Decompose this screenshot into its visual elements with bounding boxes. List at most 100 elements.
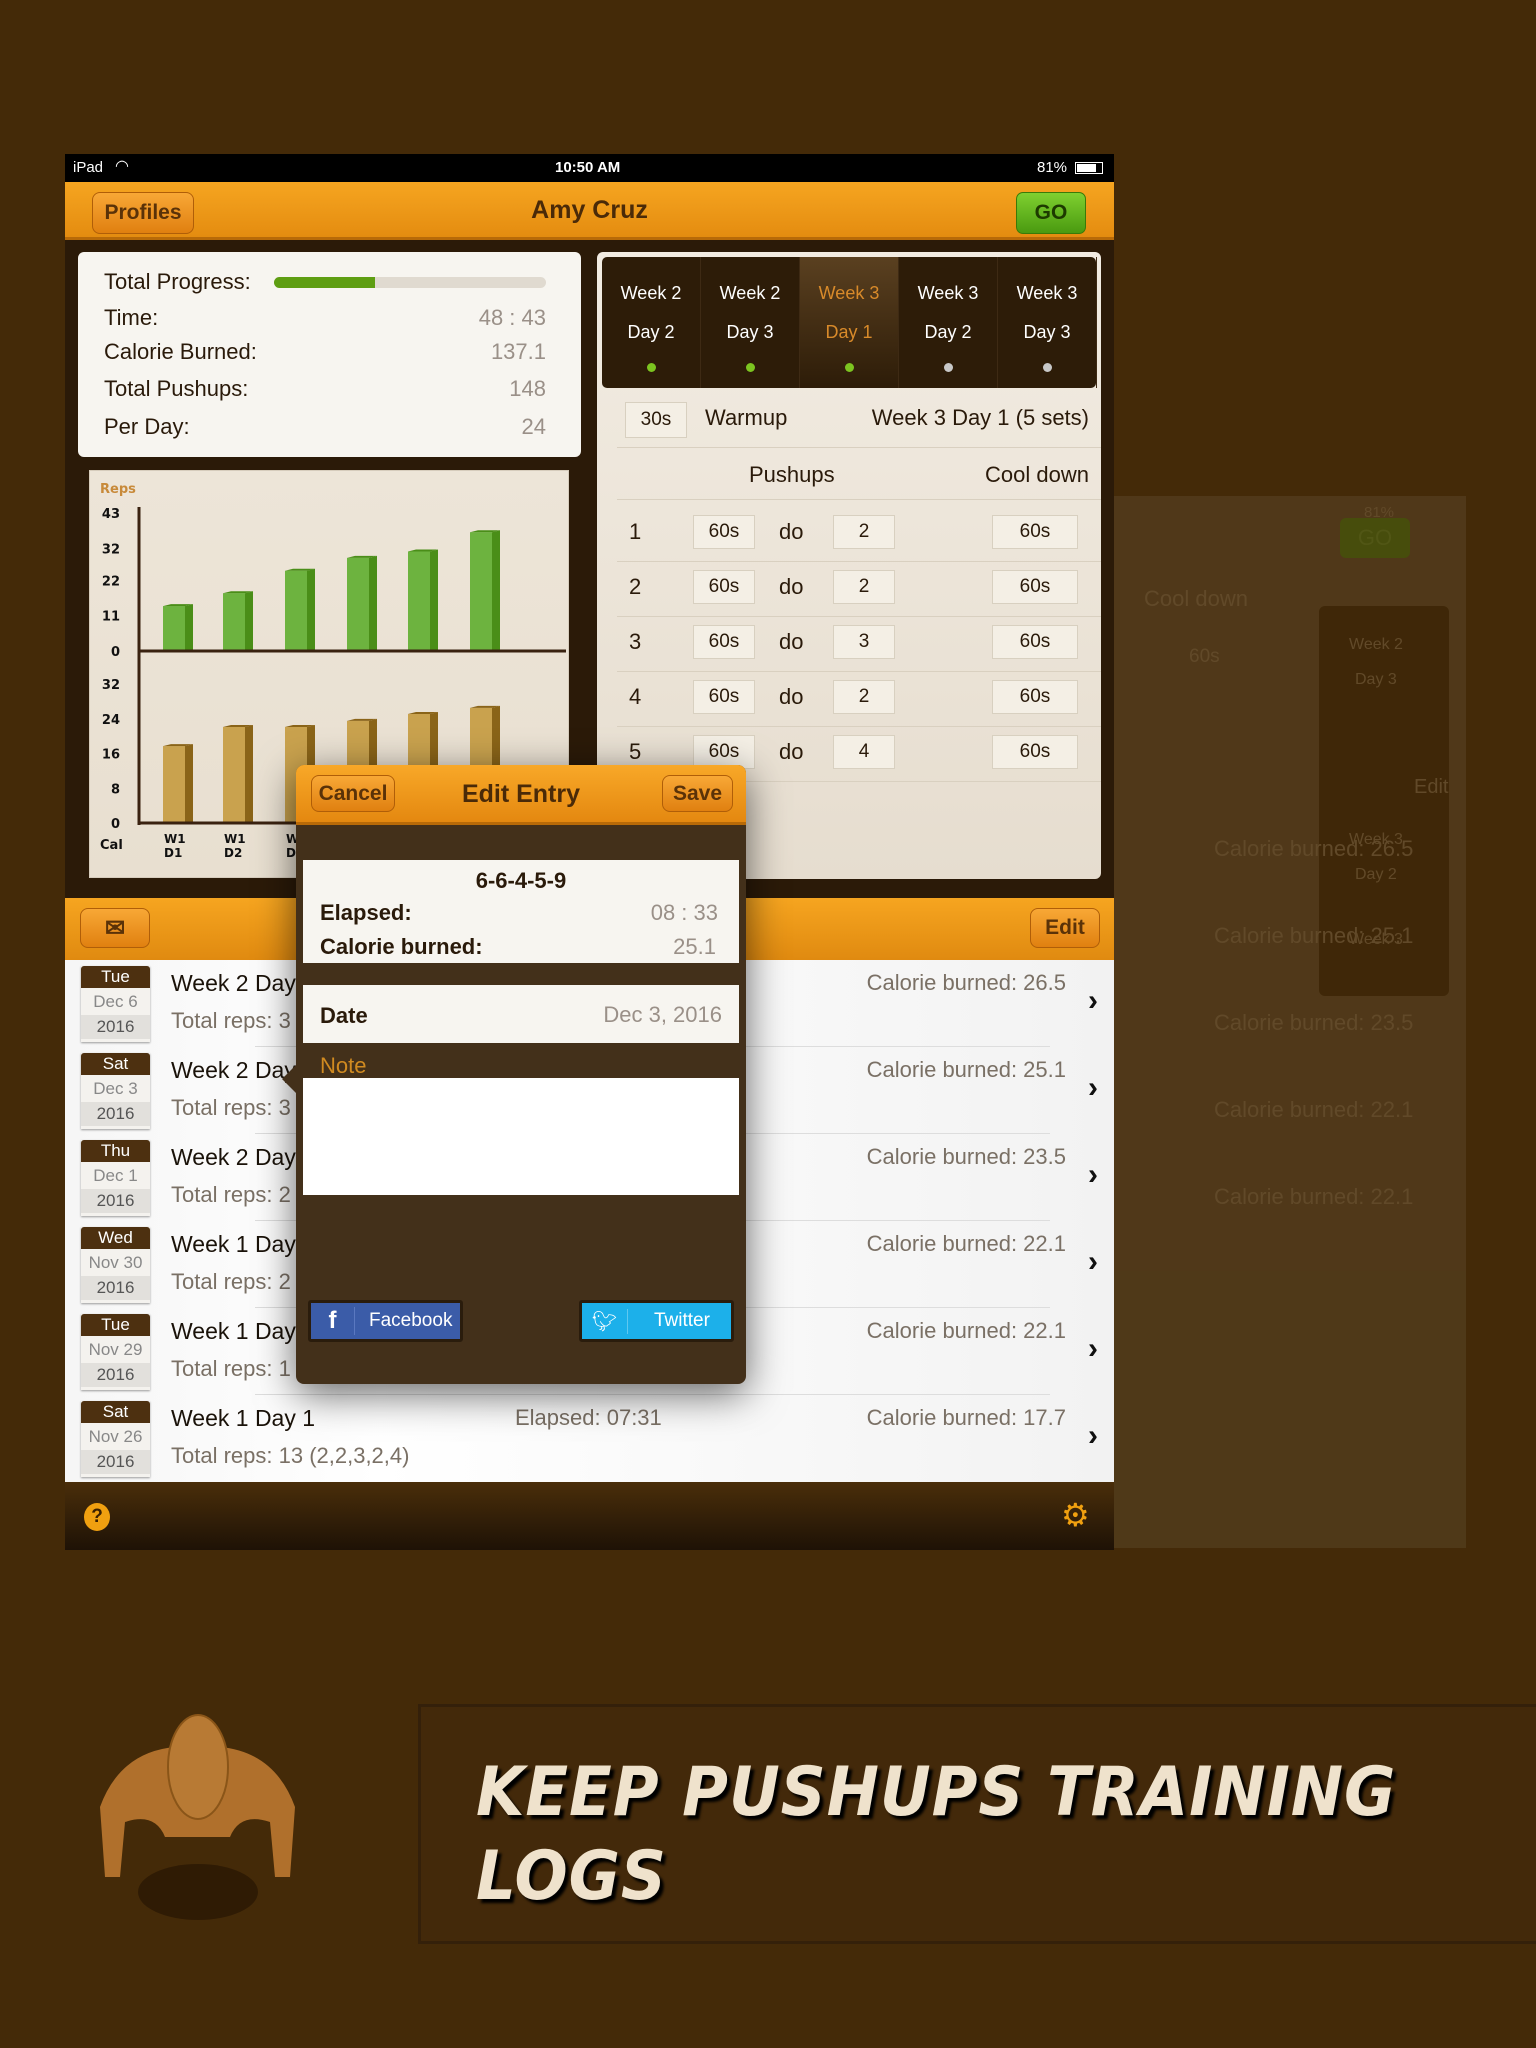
pushups-label: Total Pushups: [104,376,249,401]
perday-value: 24 [521,414,546,439]
entry-reps: Total reps: 3 [171,1008,291,1033]
cooldown-header: Cool down [985,462,1089,487]
facebook-label: Facebook [369,1310,453,1331]
elapsed-label: Elapsed: [320,900,412,925]
facebook-icon: f [311,1307,355,1335]
reps-field[interactable]: 2 [833,515,895,549]
year: 2016 [81,1276,150,1300]
reps-field[interactable]: 2 [833,570,895,604]
year: 2016 [81,1102,150,1126]
day-tab[interactable]: Week 3 Day 1 [800,257,899,388]
entry-title: Week 1 Day 1 [171,1405,316,1431]
rest-field[interactable]: 60s [693,570,755,604]
bar-side [185,604,193,651]
date-badge: Thu Dec 1 2016 [81,1140,150,1216]
tab-day: Day 3 [1023,322,1071,342]
entry-title: Week 1 Day [171,1318,296,1344]
do-label: do [779,739,804,764]
set-number: 1 [629,519,642,544]
gear-icon[interactable]: ⚙ [1061,1496,1090,1534]
y-tick-label: 0 [111,645,120,660]
tab-week: Week 3 [818,283,880,303]
rest-field[interactable]: 60s [693,680,755,714]
mail-button[interactable]: ✉ [80,908,150,948]
set-row: 2 60s do 2 60s [617,562,1101,617]
chevron-right-icon: › [1088,1158,1098,1191]
day-tab[interactable]: Week 2 Day 2 [602,257,701,388]
tab-week: Week 3 [917,283,979,303]
entry-title: Week 2 Day [171,1144,296,1170]
status-bar: iPad ◠ 10:50 AM 81% [65,154,1114,182]
reps-field[interactable]: 2 [833,680,895,714]
warmup-field[interactable]: 30s [625,402,687,438]
twitter-bird-icon: 🐦︎ [582,1308,628,1334]
ghost-cal: Calorie burned: 22.1 [1214,1184,1414,1209]
weekday: Sat [81,1401,150,1423]
promo-line-2: LOGS [476,1837,667,1916]
month-day: Nov 29 [88,1340,143,1359]
go-button[interactable]: GO [1016,192,1086,234]
reps-field[interactable]: 4 [833,735,895,769]
cooldown-field[interactable]: 60s [992,735,1078,769]
progress-label: Total Progress: [104,269,251,294]
wifi-icon: ◠ [115,158,129,175]
calorie-value: 137.1 [490,339,546,364]
rest-field[interactable]: 60s [693,735,755,769]
pending-dot-icon [1043,363,1052,372]
ghost-tab: Day 3 [1355,671,1397,688]
date-label: Date [320,1003,368,1028]
day-tab[interactable]: Week 3 Day 2 [899,257,998,388]
elapsed-value: 08 : 33 [650,900,718,925]
bar-side [307,568,315,651]
pushups-header: Pushups [749,462,835,487]
do-label: do [779,684,804,709]
ghost-cal: Calorie burned: 23.5 [1214,1010,1414,1035]
cooldown-field[interactable]: 60s [992,680,1078,714]
set-number: 2 [629,574,642,599]
rest-field[interactable]: 60s [693,625,755,659]
day-tab[interactable]: Week 3 Day 3 [998,257,1097,388]
entry-title: Week 2 Day [171,970,296,996]
perday-label: Per Day: [104,414,190,439]
month-day: Nov 30 [88,1253,143,1272]
tab-day: Day 3 [726,322,774,342]
chevron-right-icon: › [1088,984,1098,1017]
cooldown-field[interactable]: 60s [992,625,1078,659]
date-row[interactable]: Date Dec 3, 2016 [303,985,739,1043]
month-day: Dec 3 [93,1079,138,1098]
cooldown-field[interactable]: 60s [992,515,1078,549]
sets-summary: 6-6-4-5-9 [475,868,567,893]
note-input[interactable] [303,1078,739,1195]
facebook-button[interactable]: f Facebook [308,1300,463,1342]
tab-day: Day 1 [825,322,873,342]
day-tabs: Week 2 Day 2 Week 2 Day 3 Week 3 Day 1 Week 3 D… [602,257,1097,388]
rest-field[interactable]: 60s [693,515,755,549]
device-name: iPad [73,159,104,176]
cooldown-field[interactable]: 60s [992,570,1078,604]
save-button[interactable]: Save [662,775,733,812]
tab-week: Week 2 [719,283,781,303]
y-tick-label: 24 [102,713,120,728]
set-number: 4 [629,684,642,709]
help-icon[interactable]: ? [84,1503,110,1531]
background-screen-preview: 81% GO Cool down 60s Week 2 Day 3 Week 3… [1114,496,1466,1548]
log-entry[interactable]: Sat Nov 26 2016 Week 1 Day 1 Total reps: 1… [65,1395,1114,1482]
reps-field[interactable]: 3 [833,625,895,659]
edit-button[interactable]: Edit [1030,908,1100,948]
twitter-button[interactable]: 🐦︎ Twitter [579,1300,734,1342]
time-label: Time: [104,305,159,330]
day-tab[interactable]: Week 2 Day 3 [701,257,800,388]
cal-axis-label: Cal [100,838,123,853]
chevron-right-icon: › [1088,1332,1098,1365]
bar [223,593,245,651]
bar-side [369,555,377,651]
reps-axis-label: Reps [100,482,136,497]
date-badge: Wed Nov 30 2016 [81,1227,150,1303]
bottom-bar: ? ⚙ [65,1482,1114,1550]
set-row: 1 60s do 2 60s [617,507,1101,562]
modal-header: Cancel Edit Entry Save [296,765,746,825]
bar [223,727,245,823]
calorie-label: Calorie burned: [320,934,483,959]
completed-dot-icon [746,363,755,372]
entry-calories: Calorie burned: 22.1 [866,1318,1066,1343]
